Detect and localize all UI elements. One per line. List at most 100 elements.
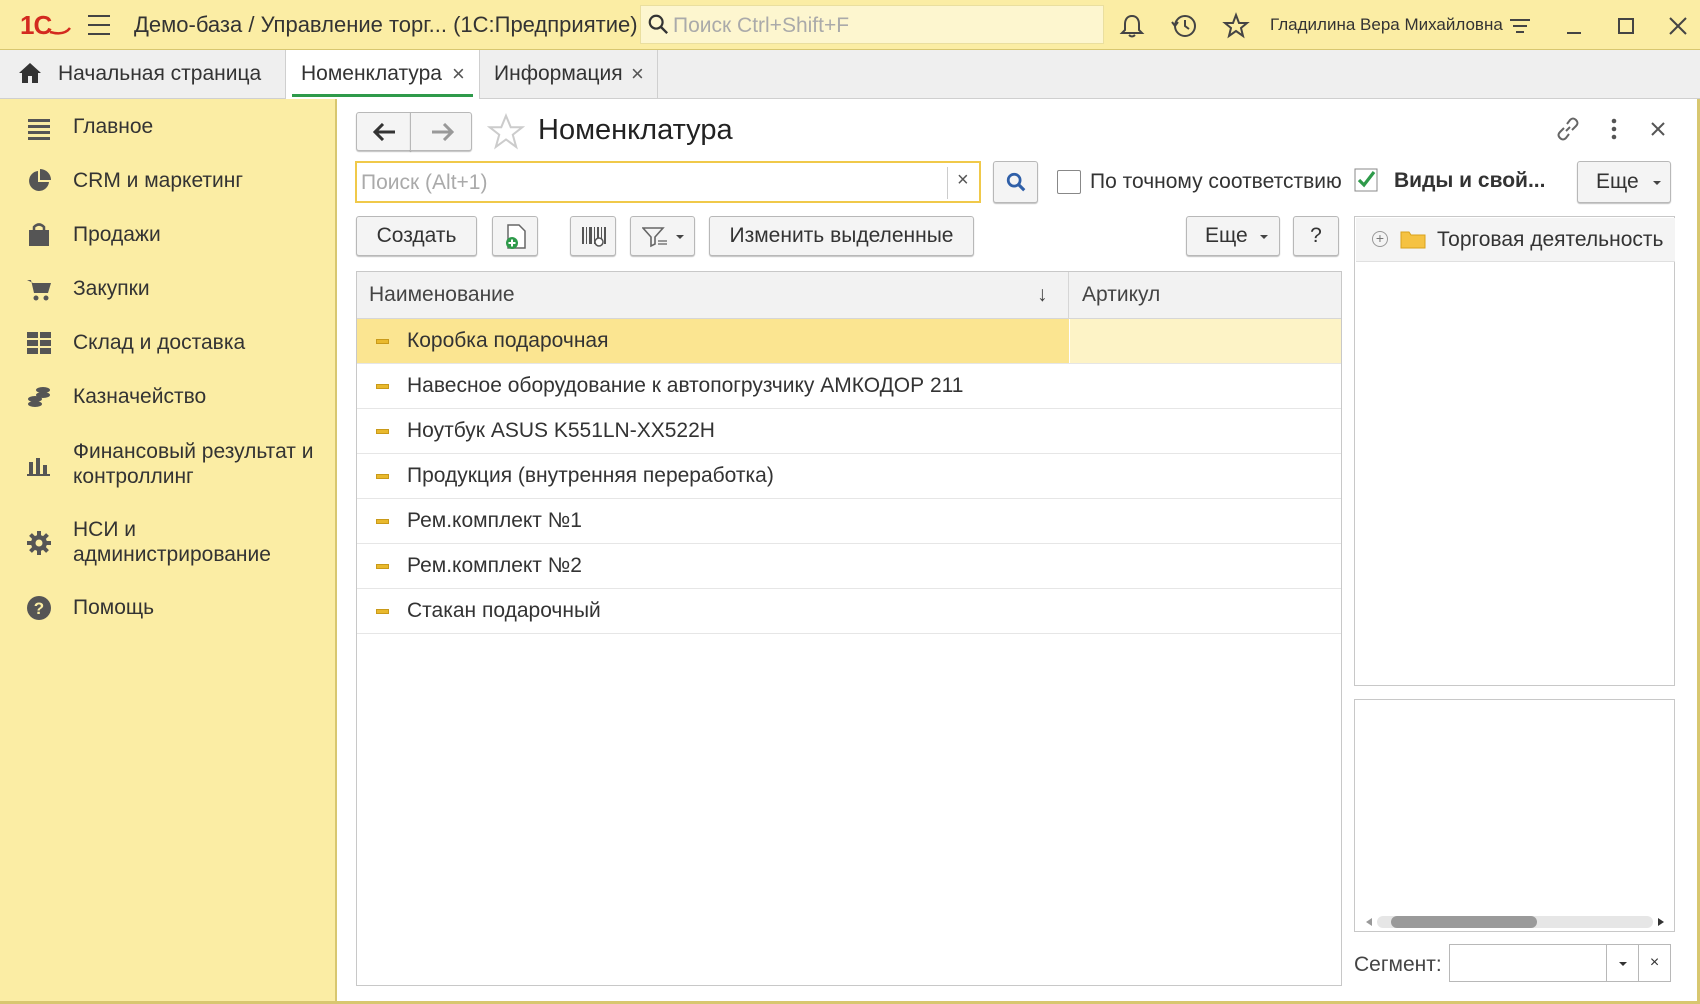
table-row[interactable]: Рем.комплект №2 xyxy=(357,544,1341,589)
folder-icon xyxy=(1400,231,1426,249)
item-marker-icon xyxy=(376,519,389,524)
scroll-left-icon[interactable] xyxy=(1365,918,1373,926)
tab-nomenclature[interactable]: Номенклатура × xyxy=(286,50,480,99)
title-bar: 1С Демо-база / Управление торг... (1С:Пр… xyxy=(0,0,1700,50)
cart-icon xyxy=(27,280,51,301)
maximize-icon[interactable] xyxy=(1612,12,1640,40)
table-row[interactable]: Рем.комплект №1 xyxy=(357,499,1341,544)
create-button[interactable]: Создать xyxy=(356,216,477,256)
sidebar-item-label: Склад и доставка xyxy=(73,331,246,354)
column-header-article[interactable]: Артикул xyxy=(1070,272,1341,318)
sidebar-item-main[interactable]: Главное xyxy=(0,114,335,144)
panel-more-button[interactable]: Еще xyxy=(1577,161,1671,203)
more-button[interactable]: Еще xyxy=(1186,216,1280,256)
close-form-icon[interactable] xyxy=(1648,119,1668,139)
sidebar-item-label: Казначейство xyxy=(73,385,207,408)
sidebar-item-sales[interactable]: Продажи xyxy=(0,222,335,252)
segment-clear-button[interactable]: × xyxy=(1638,944,1671,982)
new-document-icon xyxy=(506,224,526,249)
chevron-down-icon xyxy=(1260,235,1268,239)
question-icon: ? xyxy=(27,596,51,620)
clear-icon: × xyxy=(1649,954,1660,971)
add-to-favorites-star-icon[interactable] xyxy=(487,113,525,151)
arrow-left-icon xyxy=(373,123,395,141)
sidebar-item-help[interactable]: ? Помощь xyxy=(0,595,335,625)
close-window-icon[interactable] xyxy=(1664,12,1692,40)
gear-icon xyxy=(27,531,51,555)
exact-match-checkbox[interactable] xyxy=(1057,170,1081,194)
tab-label: Номенклатура xyxy=(301,62,442,85)
sidebar-item-treasury[interactable]: Казначейство xyxy=(0,384,335,414)
table-row[interactable]: Коробка подарочная xyxy=(357,319,1341,364)
sidebar-item-nsi-admin[interactable]: НСИ и администрирование xyxy=(0,517,335,569)
panel-more-label: Еще xyxy=(1596,170,1639,193)
segment-input[interactable] xyxy=(1449,944,1607,982)
expand-icon[interactable]: + xyxy=(1372,231,1388,247)
item-marker-icon xyxy=(376,339,389,344)
segment-dropdown-button[interactable] xyxy=(1606,944,1639,982)
search-button[interactable] xyxy=(993,161,1038,203)
pie-chart-icon xyxy=(29,169,51,191)
sidebar-item-purchases[interactable]: Закупки xyxy=(0,276,335,306)
chevron-down-icon xyxy=(1653,181,1661,185)
sidebar-item-financial-result[interactable]: Финансовый результат и контроллинг xyxy=(0,439,335,491)
horizontal-scrollbar[interactable] xyxy=(1377,916,1653,928)
svg-text:?: ? xyxy=(34,599,44,618)
global-search-input[interactable]: Поиск Ctrl+Shift+F xyxy=(640,5,1104,44)
filter-icon xyxy=(642,227,667,248)
chevron-down-icon xyxy=(676,235,684,239)
kinds-tree[interactable]: + Торговая деятельность xyxy=(1354,216,1675,686)
close-tab-icon[interactable]: × xyxy=(452,50,465,98)
list-search-box[interactable]: × xyxy=(355,161,981,203)
list-search-input[interactable] xyxy=(361,169,941,197)
barcode-search-button[interactable] xyxy=(570,216,616,256)
table-row[interactable]: Навесное оборудование к автопогрузчику А… xyxy=(357,364,1341,409)
exact-match-label: По точному соответствию xyxy=(1090,170,1342,193)
search-icon xyxy=(1006,172,1026,192)
current-user-name[interactable]: Гладилина Вера Михайловна xyxy=(1270,15,1503,35)
onec-logo-icon: 1С xyxy=(20,10,71,40)
scroll-right-icon[interactable] xyxy=(1657,918,1665,926)
scrollbar-thumb[interactable] xyxy=(1391,916,1537,928)
filter-button[interactable] xyxy=(630,216,695,256)
sidebar-item-crm[interactable]: CRM и маркетинг xyxy=(0,168,335,198)
minimize-icon[interactable] xyxy=(1560,12,1588,40)
settings-menu-icon[interactable] xyxy=(1506,12,1534,40)
sidebar: Главное CRM и маркетинг Продажи Закупки … xyxy=(0,99,337,1004)
global-search-placeholder: Поиск Ctrl+Shift+F xyxy=(673,14,850,37)
sidebar-item-label: Помощь xyxy=(73,596,155,619)
item-marker-icon xyxy=(376,474,389,479)
tab-label: Информация xyxy=(494,62,623,85)
table-header: Наименование ↓ Артикул xyxy=(357,272,1341,319)
clear-search-icon[interactable]: × xyxy=(957,169,969,192)
shopping-bag-icon xyxy=(29,223,49,246)
table-row[interactable]: Продукция (внутренняя переработка) xyxy=(357,454,1341,499)
bell-icon[interactable] xyxy=(1118,12,1146,40)
main-menu-icon[interactable] xyxy=(88,15,110,35)
link-icon[interactable] xyxy=(1554,115,1582,143)
change-selected-button[interactable]: Изменить выделенные xyxy=(709,216,974,256)
help-button[interactable]: ? xyxy=(1293,216,1339,256)
item-marker-icon xyxy=(376,564,389,569)
table-row[interactable]: Ноутбук ASUS K551LN-XX522H xyxy=(357,409,1341,454)
nomenclature-table[interactable]: Наименование ↓ Артикул Коробка подарочна… xyxy=(356,271,1342,986)
kinds-detail-panel xyxy=(1354,699,1675,932)
back-button[interactable] xyxy=(356,112,411,151)
more-actions-icon[interactable] xyxy=(1604,115,1624,143)
favorites-star-icon[interactable] xyxy=(1222,12,1250,40)
create-copy-button[interactable] xyxy=(492,216,538,256)
kinds-checkbox[interactable] xyxy=(1354,168,1378,192)
forward-button[interactable] xyxy=(410,112,472,151)
column-header-name[interactable]: Наименование ↓ xyxy=(357,272,1069,318)
tree-item[interactable]: + Торговая деятельность xyxy=(1356,218,1675,262)
coins-icon xyxy=(28,387,50,407)
tab-information[interactable]: Информация × xyxy=(480,50,658,99)
close-tab-icon[interactable]: × xyxy=(631,50,644,98)
tab-home[interactable]: Начальная страница xyxy=(0,50,286,99)
table-row[interactable]: Стакан подарочный xyxy=(357,589,1341,634)
sort-arrow-icon: ↓ xyxy=(1037,283,1048,306)
history-icon[interactable] xyxy=(1170,12,1198,40)
sidebar-item-warehouse[interactable]: Склад и доставка xyxy=(0,330,335,360)
kinds-and-properties-label: Виды и свой... xyxy=(1394,169,1546,192)
bar-chart-icon xyxy=(27,458,50,476)
